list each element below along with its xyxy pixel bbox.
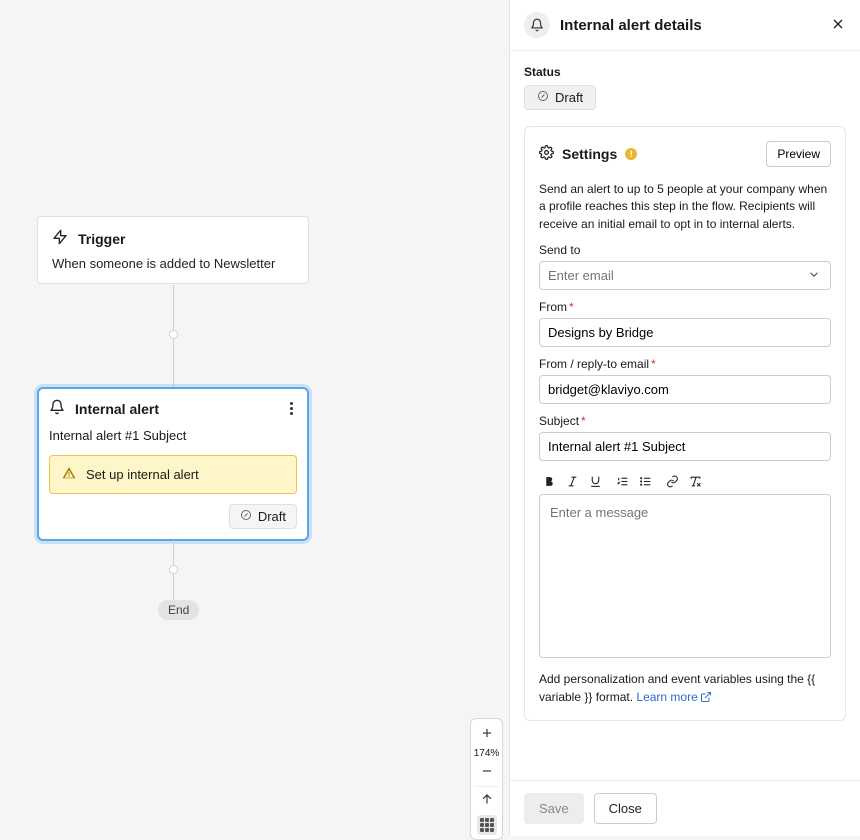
warning-badge-icon: ! [625, 148, 637, 160]
subject-input[interactable] [539, 432, 831, 461]
learn-more-link[interactable]: Learn more [636, 690, 711, 704]
preview-button[interactable]: Preview [766, 141, 831, 167]
panel-header: Internal alert details [510, 0, 860, 51]
settings-description: Send an alert to up to 5 people at your … [539, 181, 831, 233]
reply-label: From / reply-to email* [539, 357, 831, 371]
draft-label: Draft [258, 509, 286, 524]
editor-toolbar [539, 475, 831, 494]
alert-card-title: Internal alert [75, 401, 159, 417]
clear-format-button[interactable] [689, 475, 702, 488]
draft-status-pill: Draft [229, 504, 297, 529]
send-to-input[interactable] [539, 261, 831, 290]
from-label: From* [539, 300, 831, 314]
send-to-label: Send to [539, 243, 831, 257]
fit-view-button[interactable] [471, 789, 502, 812]
chevron-down-icon [807, 267, 821, 284]
panel-footer: Save Close [510, 780, 860, 836]
bold-button[interactable] [543, 475, 556, 488]
grid-view-button[interactable] [477, 815, 497, 835]
close-panel-button[interactable] [830, 16, 846, 35]
gear-icon [539, 145, 554, 163]
setup-alert-banner[interactable]: Set up internal alert [49, 455, 297, 494]
link-button[interactable] [666, 475, 679, 488]
trigger-title: Trigger [78, 231, 125, 247]
bell-icon [49, 399, 65, 418]
save-button[interactable]: Save [524, 793, 584, 824]
zoom-controls: 174% [470, 718, 503, 840]
internal-alert-card[interactable]: Internal alert Internal alert #1 Subject… [37, 387, 309, 541]
zoom-out-button[interactable] [471, 761, 502, 784]
zoom-percent: 174% [474, 746, 500, 761]
setup-banner-text: Set up internal alert [86, 467, 199, 482]
draft-icon [240, 509, 252, 524]
alert-card-subject: Internal alert #1 Subject [49, 428, 297, 443]
lightning-icon [52, 229, 68, 248]
details-panel: Internal alert details Status Draft Sett… [509, 0, 860, 836]
ordered-list-button[interactable] [616, 475, 629, 488]
draft-icon [537, 90, 549, 105]
trigger-description: When someone is added to Newsletter [52, 256, 294, 271]
flow-end-badge: End [158, 600, 199, 620]
status-pill: Draft [524, 85, 596, 110]
message-input[interactable] [539, 494, 831, 658]
warning-icon [62, 466, 76, 483]
flow-add-node[interactable] [169, 330, 178, 339]
external-link-icon [698, 690, 712, 704]
trigger-card[interactable]: Trigger When someone is added to Newslet… [37, 216, 309, 284]
reply-to-input[interactable] [539, 375, 831, 404]
status-value: Draft [555, 90, 583, 105]
zoom-in-button[interactable] [471, 723, 502, 746]
personalization-hint: Add personalization and event variables … [539, 671, 831, 706]
underline-button[interactable] [589, 475, 602, 488]
card-menu-button[interactable] [286, 400, 297, 417]
flow-add-node[interactable] [169, 565, 178, 574]
close-button[interactable]: Close [594, 793, 657, 824]
bell-icon [524, 12, 550, 38]
status-label: Status [524, 65, 846, 79]
from-input[interactable] [539, 318, 831, 347]
settings-title: Settings [562, 146, 617, 162]
subject-label: Subject* [539, 414, 831, 428]
bullet-list-button[interactable] [639, 475, 652, 488]
panel-title: Internal alert details [560, 17, 702, 34]
flow-canvas[interactable]: Trigger When someone is added to Newslet… [0, 0, 509, 836]
settings-section: Settings ! Preview Send an alert to up t… [524, 126, 846, 721]
italic-button[interactable] [566, 475, 579, 488]
